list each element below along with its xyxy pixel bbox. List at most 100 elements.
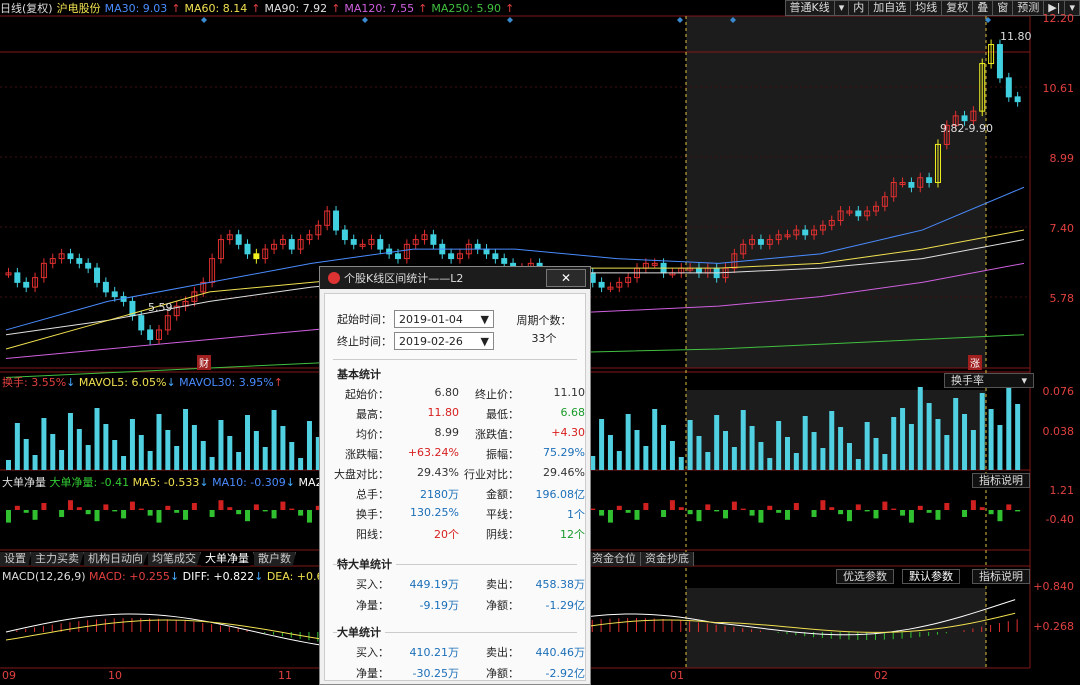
basic-label: 终止价： [475, 388, 519, 401]
candle-body [1005, 77, 1012, 98]
end-date-select[interactable]: 2019-02-26 ▼ [394, 332, 494, 350]
financial-report-tag[interactable]: 财 [197, 355, 211, 370]
ma-legend-item: MA30: 9.03 [104, 1, 168, 15]
bigorder-bar [121, 510, 127, 519]
selected-range-bg [686, 16, 986, 368]
start-time-label: 起始时间： [337, 313, 392, 326]
volume-bar [811, 432, 817, 470]
default-params-button[interactable]: 默认参数 [902, 569, 960, 584]
volume-bar [138, 435, 144, 470]
volume-bar [6, 460, 11, 470]
bigorder-bar [731, 501, 737, 510]
macd-diff: DIFF: +0.822 [182, 570, 255, 583]
ma-legend-item: MA250: 5.90 [431, 1, 502, 15]
volume-axis-mid: 0.038 [1042, 425, 1075, 438]
large-order-title: 大单统计 [337, 624, 385, 640]
big-value: -2.92亿 [545, 667, 585, 680]
big-value: 440.46万 [535, 646, 586, 659]
bigorder-bar [714, 510, 720, 512]
volume-bar [988, 409, 994, 470]
ma-legend-item: MA90: 7.92 [264, 1, 328, 15]
candle-body [492, 253, 499, 260]
toolbar-button-8[interactable]: 预测 [1012, 0, 1045, 16]
bigorder-bar [183, 510, 189, 520]
bigorder-title: 大单净量 [2, 476, 46, 489]
tab-4[interactable]: 大单净量 [201, 552, 254, 566]
toolbar-button-5[interactable]: 复权 [941, 0, 974, 16]
bigorder-bar [41, 503, 47, 510]
candle-body [94, 267, 101, 283]
dialog-titlebar[interactable]: 个股K线区间统计——L2 ✕ [320, 267, 590, 289]
tab-2[interactable]: 机构日动向 [84, 552, 148, 566]
toolbar-button-3[interactable]: 加自选 [868, 0, 912, 16]
macd-explain-button[interactable]: 指标说明 [972, 569, 1030, 584]
x-label-11: 11 [278, 669, 292, 682]
tab-0[interactable]: 设置 [0, 552, 31, 566]
basic-label: 起始价： [345, 388, 389, 401]
volume-indicator-select[interactable]: 换手率 ▾ [944, 373, 1034, 388]
volume-bar [723, 431, 729, 470]
volume-bar [908, 424, 914, 470]
candle-body [147, 329, 154, 340]
bigorder-bar [643, 503, 649, 510]
bigorder-bar [262, 510, 268, 512]
volume-bar [962, 414, 968, 470]
basic-value: 29.43% [417, 466, 459, 479]
toolbar-button-6[interactable]: 叠 [972, 0, 994, 16]
bigorder-bar [174, 510, 180, 513]
bigorder-bar [846, 510, 852, 522]
tab-right-1[interactable]: 资金抄底 [641, 552, 694, 566]
big-value: 410.21万 [409, 646, 460, 659]
candle-body [85, 262, 92, 269]
period-count-value: 33个 [531, 332, 557, 345]
super-value: 458.38万 [535, 578, 586, 591]
volume-bar [289, 442, 295, 470]
limit-up-tag[interactable]: 涨 [968, 355, 982, 370]
stock-name[interactable]: 沪电股份 [57, 0, 101, 16]
bigorder-bar [705, 504, 711, 510]
toolbar-button-0[interactable]: 普通K线 [784, 0, 835, 16]
volume-bar [32, 455, 38, 470]
volume-axis-top: 0.076 [1042, 385, 1075, 398]
basic-value: 2180万 [420, 488, 459, 501]
candle-body [333, 210, 340, 231]
volume-bar [156, 414, 162, 470]
candle-body [102, 281, 109, 293]
bigorder-bar [298, 510, 304, 516]
candle-body [341, 229, 348, 241]
toolbar-button-7[interactable]: 窗 [992, 0, 1014, 16]
big-label: 净量： [356, 667, 389, 680]
basic-label: 均价： [356, 428, 389, 441]
volume-bar [1006, 388, 1012, 470]
volume-bar [306, 421, 312, 470]
low-price-annotation: 5.59 [148, 301, 173, 314]
tab-right-0[interactable]: 资金仓位 [588, 552, 641, 566]
bigorder-bar [67, 500, 73, 510]
bigorder-axis-top: 1.21 [1049, 484, 1075, 497]
close-icon[interactable]: ✕ [546, 269, 586, 287]
volume-bar [802, 416, 808, 470]
volume-bar [864, 422, 870, 470]
super-large-title: 特大单统计 [337, 556, 396, 572]
bigorder-explain-button[interactable]: 指标说明 [972, 473, 1030, 488]
dialog-body: 起始时间： 2019-01-04 ▼ 终止时间： 2019-02-26 ▼ 周期个数… [324, 293, 586, 681]
candle-body [111, 291, 118, 298]
candle-body [14, 272, 21, 283]
tab-1[interactable]: 主力买卖 [31, 552, 84, 566]
bigorder-bar [625, 510, 631, 513]
toolbar-button-2[interactable]: 内 [848, 0, 870, 16]
macd-value: MACD: +0.255 [89, 570, 170, 583]
chart-mode-label[interactable]: 日线(复权) [0, 0, 53, 16]
tab-5[interactable]: 散户数 [254, 552, 296, 566]
basic-label: 行业对比： [464, 468, 519, 481]
toolbar-button-4[interactable]: 均线 [910, 0, 943, 16]
start-date-select[interactable]: 2019-01-04 ▼ [394, 310, 494, 328]
toolbar-button-1[interactable]: ▾ [833, 0, 850, 16]
optimize-params-button[interactable]: 优选参数 [836, 569, 894, 584]
bigorder-axis-bottom: -0.40 [1045, 513, 1074, 526]
candle-body [474, 243, 481, 250]
candle-body [377, 239, 384, 250]
tab-3[interactable]: 均笔成交 [148, 552, 201, 566]
basic-label: 阴线： [486, 528, 519, 541]
basic-value: 8.99 [434, 426, 460, 439]
